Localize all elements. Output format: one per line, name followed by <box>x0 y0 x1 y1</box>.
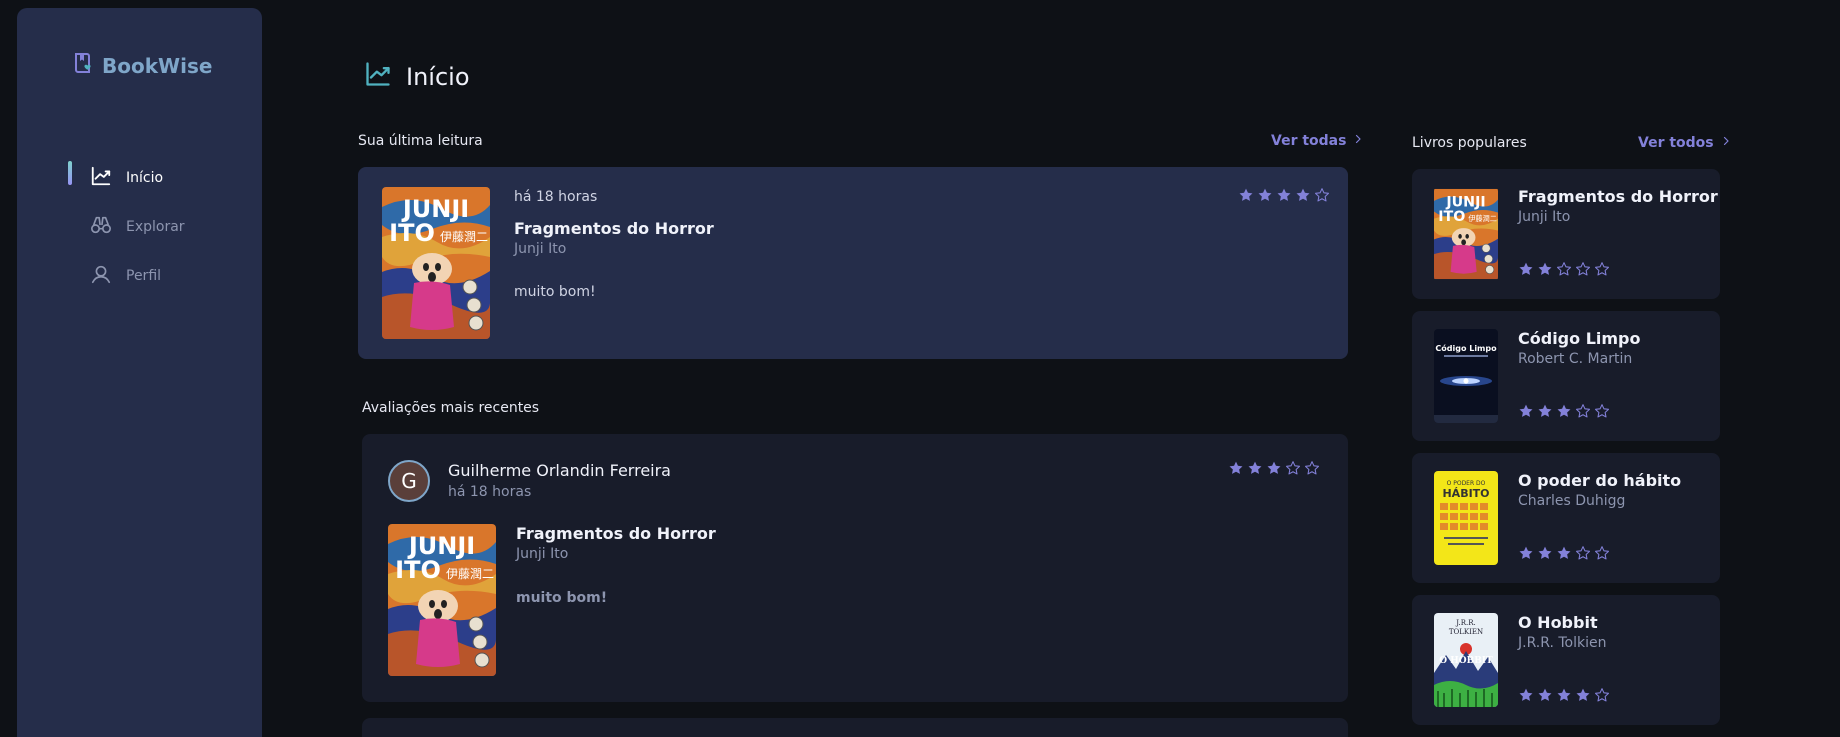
binoculars-icon <box>90 214 112 240</box>
avatar[interactable]: G <box>388 460 430 502</box>
recent-reviews-heading: Avaliações mais recentes <box>362 400 540 416</box>
rating-stars <box>1238 187 1330 203</box>
star-empty-icon <box>1556 261 1572 277</box>
sidebar-item-label: Explorar <box>126 218 185 235</box>
star-filled-icon <box>1518 687 1534 703</box>
review-time: há 18 horas <box>448 484 532 500</box>
reviewer-name[interactable]: Guilherme Orlandin Ferreira <box>448 461 671 480</box>
book-cover <box>1434 471 1498 565</box>
book-title: O Hobbit <box>1518 613 1598 632</box>
star-filled-icon <box>1257 187 1273 203</box>
review-card[interactable] <box>362 718 1348 737</box>
sidebar-item-perfil[interactable]: Perfil <box>68 251 185 300</box>
app-name: BookWise <box>102 53 213 78</box>
page-title: Início <box>364 60 470 94</box>
star-filled-icon <box>1537 545 1553 561</box>
book-title: Fragmentos do Horror <box>514 219 714 238</box>
star-filled-icon <box>1537 261 1553 277</box>
star-filled-icon <box>1295 187 1311 203</box>
last-read-time: há 18 horas <box>514 189 598 205</box>
star-filled-icon <box>1518 261 1534 277</box>
star-empty-icon <box>1594 687 1610 703</box>
chevron-right-icon <box>1720 135 1732 151</box>
page-title-text: Início <box>406 63 470 91</box>
popular-book-card[interactable]: Código Limpo Robert C. Martin <box>1412 311 1720 441</box>
book-author: Charles Duhigg <box>1518 493 1626 509</box>
star-filled-icon <box>1556 687 1572 703</box>
star-filled-icon <box>1266 460 1282 476</box>
popular-book-card[interactable]: Fragmentos do Horror Junji Ito <box>1412 169 1720 299</box>
bookwise-logo-icon <box>73 52 93 79</box>
star-empty-icon <box>1575 261 1591 277</box>
star-filled-icon <box>1518 403 1534 419</box>
star-filled-icon <box>1228 460 1244 476</box>
star-empty-icon <box>1594 261 1610 277</box>
review-comment: muito bom! <box>514 284 596 300</box>
sidebar-nav: Início Explorar Perfil <box>68 153 185 300</box>
star-filled-icon <box>1537 403 1553 419</box>
book-author: Junji Ito <box>516 546 569 562</box>
chart-line-up-icon <box>364 60 392 94</box>
star-filled-icon <box>1537 687 1553 703</box>
rating-stars <box>1518 687 1610 703</box>
last-read-card[interactable]: há 18 horas Fragmentos do Horror Junji I… <box>358 167 1348 359</box>
popular-books-heading: Livros populares <box>1412 135 1527 151</box>
rating-stars <box>1518 545 1610 561</box>
review-comment: muito bom! <box>516 590 608 606</box>
book-title[interactable]: Fragmentos do Horror <box>516 524 716 543</box>
rating-stars <box>1228 460 1320 476</box>
star-filled-icon <box>1247 460 1263 476</box>
star-filled-icon <box>1276 187 1292 203</box>
star-filled-icon <box>1518 545 1534 561</box>
rating-stars <box>1518 261 1610 277</box>
last-read-heading: Sua última leitura <box>358 133 483 149</box>
book-author: Robert C. Martin <box>1518 351 1633 367</box>
popular-book-card[interactable]: O poder do hábito Charles Duhigg <box>1412 453 1720 583</box>
book-title: Código Limpo <box>1518 329 1641 348</box>
app-logo[interactable]: BookWise <box>73 52 212 79</box>
star-empty-icon <box>1314 187 1330 203</box>
book-author: Junji Ito <box>514 241 567 257</box>
book-cover <box>1434 187 1498 281</box>
star-filled-icon <box>1575 687 1591 703</box>
book-cover <box>1434 329 1498 423</box>
sidebar-item-explorar[interactable]: Explorar <box>68 202 185 251</box>
book-title: O poder do hábito <box>1518 471 1682 490</box>
star-empty-icon <box>1285 460 1301 476</box>
book-cover <box>382 187 490 339</box>
sidebar-item-label: Início <box>126 169 164 186</box>
sidebar-item-inicio[interactable]: Início <box>68 153 185 202</box>
see-all-reads-link[interactable]: Ver todas <box>1271 133 1364 149</box>
book-cover <box>1434 613 1498 707</box>
star-empty-icon <box>1594 403 1610 419</box>
star-filled-icon <box>1556 403 1572 419</box>
book-title: Fragmentos do Horror <box>1518 187 1718 206</box>
review-card[interactable]: G Guilherme Orlandin Ferreira há 18 hora… <box>362 434 1348 702</box>
star-empty-icon <box>1575 403 1591 419</box>
sidebar: BookWise Início Explorar Perfil <box>17 8 262 737</box>
popular-book-card[interactable]: O Hobbit J.R.R. Tolkien <box>1412 595 1720 725</box>
sidebar-item-label: Perfil <box>126 267 162 284</box>
book-cover[interactable] <box>388 524 496 676</box>
star-empty-icon <box>1575 545 1591 561</box>
chevron-right-icon <box>1352 133 1364 149</box>
rating-stars <box>1518 403 1610 419</box>
book-author: J.R.R. Tolkien <box>1518 635 1607 651</box>
star-empty-icon <box>1594 545 1610 561</box>
see-all-label: Ver todos <box>1638 135 1714 151</box>
star-filled-icon <box>1238 187 1254 203</box>
user-icon <box>90 263 112 289</box>
star-empty-icon <box>1304 460 1320 476</box>
book-author: Junji Ito <box>1518 209 1571 225</box>
star-filled-icon <box>1556 545 1572 561</box>
chart-line-up-icon <box>90 165 112 191</box>
see-all-label: Ver todas <box>1271 133 1347 149</box>
see-all-popular-link[interactable]: Ver todos <box>1638 135 1732 151</box>
